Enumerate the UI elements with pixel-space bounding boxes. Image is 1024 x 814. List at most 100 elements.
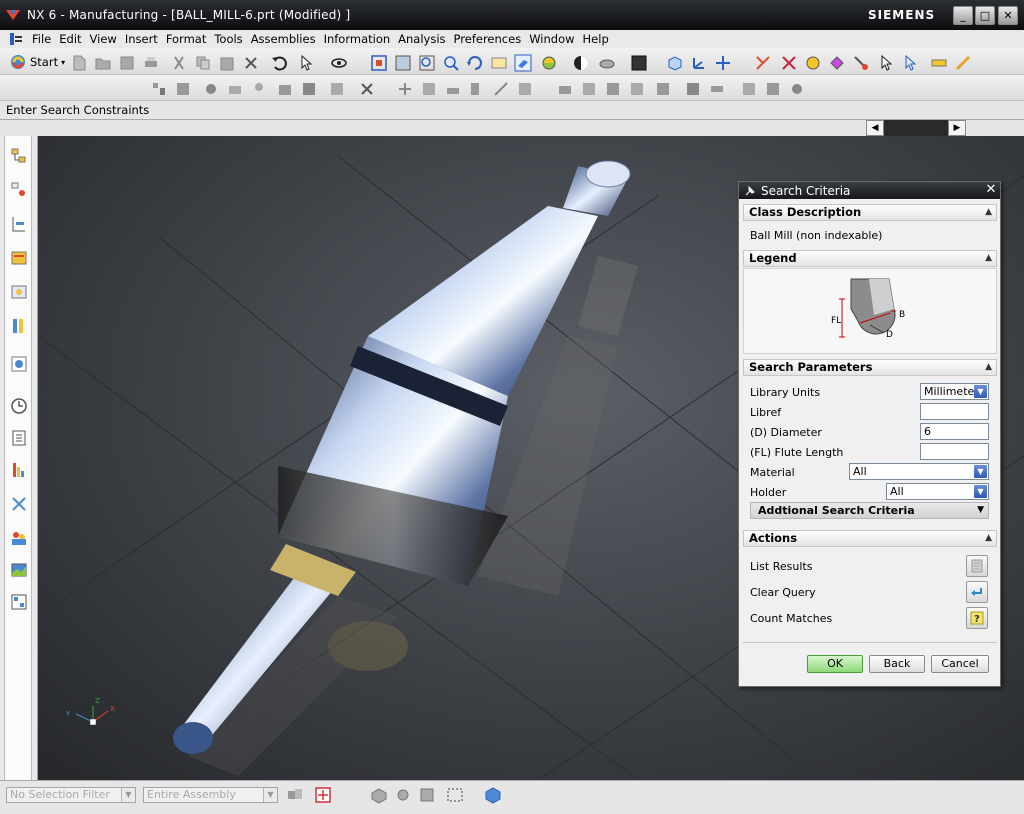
- chevron-down-icon[interactable]: ▼: [974, 385, 987, 398]
- create-geometry-icon[interactable]: [804, 54, 822, 72]
- feedrate-icon[interactable]: [444, 80, 462, 98]
- create-program-icon[interactable]: [754, 54, 772, 72]
- pan-icon[interactable]: [490, 54, 508, 72]
- replay-path-icon[interactable]: [276, 80, 294, 98]
- palette-icon[interactable]: [9, 592, 29, 612]
- machine-sim-icon[interactable]: [764, 80, 782, 98]
- cancel-button[interactable]: Cancel: [931, 655, 989, 673]
- cue-scroll-control[interactable]: ◀ ▶: [866, 120, 966, 136]
- ipw-icon[interactable]: [604, 80, 622, 98]
- roles-icon[interactable]: [9, 528, 29, 548]
- dialog-title-bar[interactable]: Search Criteria ✕: [739, 182, 1000, 199]
- menu-view[interactable]: View: [86, 32, 121, 46]
- orient-wcs-icon[interactable]: [714, 54, 732, 72]
- menu-assemblies[interactable]: Assemblies: [247, 32, 320, 46]
- menu-window[interactable]: Window: [525, 32, 578, 46]
- blank-icon[interactable]: [628, 80, 646, 98]
- select-body-icon[interactable]: [484, 786, 502, 804]
- reuse-library-icon[interactable]: [9, 248, 29, 268]
- check-gouge-icon[interactable]: [654, 80, 672, 98]
- select-feature-icon[interactable]: [394, 786, 412, 804]
- clear-query-button[interactable]: [966, 581, 988, 603]
- start-button[interactable]: Start ▾: [9, 53, 65, 71]
- chevron-down-icon[interactable]: ▼: [263, 788, 277, 802]
- undo-icon[interactable]: [270, 54, 288, 72]
- verify-path-icon[interactable]: [902, 54, 920, 72]
- ok-button[interactable]: OK: [807, 655, 863, 673]
- scroll-track[interactable]: [884, 120, 948, 136]
- assembly-navigator-icon[interactable]: [9, 146, 29, 166]
- search-parameters-header[interactable]: Search Parameters ▲: [743, 359, 997, 376]
- menu-format[interactable]: Format: [162, 32, 211, 46]
- collapse-chevron-icon[interactable]: ▲: [985, 531, 992, 546]
- close-button[interactable]: ✕: [998, 6, 1018, 25]
- library-units-select[interactable]: Millimeter ▼: [920, 383, 989, 400]
- select-solid-icon[interactable]: [370, 786, 388, 804]
- maximize-button[interactable]: □: [975, 6, 995, 25]
- background-icon[interactable]: [572, 54, 590, 72]
- menu-help[interactable]: Help: [579, 32, 613, 46]
- open-folder-icon[interactable]: [94, 54, 112, 72]
- zoom-region-icon[interactable]: [394, 54, 412, 72]
- menu-tools[interactable]: Tools: [210, 32, 246, 46]
- menu-file[interactable]: File: [28, 32, 55, 46]
- postprocess-icon[interactable]: [930, 54, 948, 72]
- create-method-icon[interactable]: [828, 54, 846, 72]
- transform-icon[interactable]: [396, 80, 414, 98]
- wcs-icon[interactable]: [690, 54, 708, 72]
- clock-icon[interactable]: [9, 396, 29, 416]
- render-style-icon[interactable]: [540, 54, 558, 72]
- collapse-chevron-icon[interactable]: ▲: [985, 205, 992, 220]
- actions-header[interactable]: Actions ▲: [743, 530, 997, 547]
- snap-point-icon[interactable]: [314, 786, 332, 804]
- rotate-icon[interactable]: [466, 54, 484, 72]
- print-icon[interactable]: [142, 54, 160, 72]
- material-select[interactable]: All ▼: [849, 463, 989, 480]
- menu-information[interactable]: Information: [320, 32, 395, 46]
- create-tool-icon[interactable]: [780, 54, 798, 72]
- back-button[interactable]: Back: [869, 655, 925, 673]
- workpiece-icon[interactable]: [580, 80, 598, 98]
- nc-assist-icon[interactable]: [556, 80, 574, 98]
- scroll-left-button[interactable]: ◀: [866, 120, 884, 136]
- hd3d-tools-icon[interactable]: [9, 282, 29, 302]
- flute-length-input[interactable]: [920, 443, 989, 460]
- constraint-navigator-icon[interactable]: [9, 180, 29, 200]
- shaded-view-icon[interactable]: [514, 54, 532, 72]
- menu-edit[interactable]: Edit: [55, 32, 85, 46]
- list-results-button[interactable]: [966, 555, 988, 577]
- selection-scope-icon[interactable]: [286, 786, 304, 804]
- create-operation-icon[interactable]: [852, 54, 870, 72]
- selection-filter-combo[interactable]: No Selection Filter ▼: [6, 787, 136, 803]
- engage-icon[interactable]: [516, 80, 534, 98]
- output-cls-icon[interactable]: [788, 80, 806, 98]
- count-matches-button[interactable]: ?: [966, 607, 988, 629]
- minimize-button[interactable]: _: [953, 6, 973, 25]
- select-icon[interactable]: [298, 54, 316, 72]
- save-icon[interactable]: [118, 54, 136, 72]
- machine-control-icon[interactable]: [468, 80, 486, 98]
- generate-path-icon[interactable]: [878, 54, 896, 72]
- menu-insert[interactable]: Insert: [121, 32, 162, 46]
- history-icon[interactable]: [9, 354, 29, 374]
- zoom-window-icon[interactable]: [418, 54, 436, 72]
- method-view-icon[interactable]: [202, 80, 220, 98]
- machine-view-icon[interactable]: [150, 80, 168, 98]
- collision-check-icon[interactable]: [740, 80, 758, 98]
- copy-icon[interactable]: [194, 54, 212, 72]
- fit-view-icon[interactable]: [370, 54, 388, 72]
- tool-list-icon[interactable]: [708, 80, 726, 98]
- diameter-input[interactable]: 6: [920, 423, 989, 440]
- select-face-icon[interactable]: [418, 786, 436, 804]
- object-display-icon[interactable]: [420, 80, 438, 98]
- additional-search-criteria-header[interactable]: Addtional Search Criteria ▼: [750, 502, 989, 519]
- delete-path-icon[interactable]: [358, 80, 376, 98]
- visualization-icon[interactable]: [9, 460, 29, 480]
- menu-analysis[interactable]: Analysis: [394, 32, 449, 46]
- libref-input[interactable]: [920, 403, 989, 420]
- expand-chevron-icon[interactable]: ▼: [977, 503, 984, 518]
- list-path-icon[interactable]: [300, 80, 318, 98]
- process-studio-icon[interactable]: [9, 494, 29, 514]
- tool-path-icon[interactable]: [250, 80, 268, 98]
- program-view-icon[interactable]: [174, 80, 192, 98]
